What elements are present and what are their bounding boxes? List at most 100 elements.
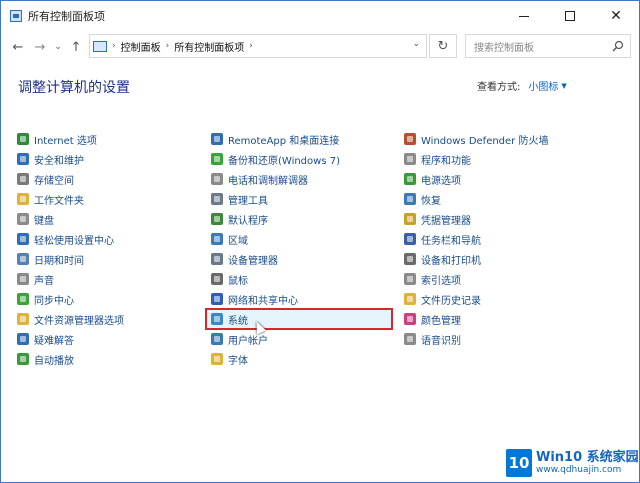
minimize-button[interactable] [501,1,547,31]
chevron-down-icon[interactable]: ⌄ [412,39,420,49]
page-title: 调整计算机的设置 [18,80,130,96]
control-panel-item[interactable]: 系统 [205,308,393,330]
control-panel-item[interactable]: 自动播放 [17,349,197,369]
search-input[interactable]: 搜索控制面板 [465,34,631,58]
item-label: 轻松使用设置中心 [34,235,114,247]
file-history-icon [404,293,416,305]
network-icon [211,293,223,305]
item-label: 键盘 [34,215,54,227]
item-label: 日期和时间 [34,255,84,267]
control-panel-icon [93,40,107,52]
control-panel-item[interactable]: Windows Defender 防火墙 [404,129,604,149]
control-panel-item[interactable]: 安全和维护 [17,149,197,169]
control-panel-item[interactable]: 备份和还原(Windows 7) [211,149,399,169]
navigation-bar: ← → ⌄ ↑ › 控制面板 › 所有控制面板项 › ⌄ ↻ 搜索控制面板 [1,31,639,63]
fonts-icon [211,353,223,365]
watermark-title: Win10 系统家园 [536,450,639,465]
accessibility-icon [17,233,29,245]
user-accounts-icon [211,333,223,345]
control-panel-item[interactable]: 日期和时间 [17,249,197,269]
item-label: 疑难解答 [34,335,74,347]
watermark-logo: 10 [506,449,532,477]
speaker-icon [17,273,29,285]
breadcrumb-all-items[interactable]: 所有控制面板项 [174,39,244,54]
back-button[interactable]: ← [7,35,29,59]
control-panel-item[interactable]: 同步中心 [17,289,197,309]
control-panel-window: 所有控制面板项 ✕ ← → ⌄ ↑ › 控制面板 › 所有控制面板项 › ⌄ ↻… [0,0,640,483]
control-panel-item[interactable]: 字体 [211,349,399,369]
control-panel-item[interactable]: 默认程序 [211,209,399,229]
breadcrumb-control-panel[interactable]: 控制面板 [121,39,161,54]
credentials-icon [404,213,416,225]
forward-button[interactable]: → [29,35,51,59]
item-label: 凭据管理器 [421,215,471,227]
item-label: 管理工具 [228,195,268,207]
close-button[interactable]: ✕ [593,1,639,31]
control-panel-item[interactable]: 区域 [211,229,399,249]
items-column-2: RemoteApp 和桌面连接备份和还原(Windows 7) 电话和调制解调器管… [205,129,399,369]
control-panel-item[interactable]: 电话和调制解调器 [211,169,399,189]
control-panel-item[interactable]: 用户帐户 [211,329,399,349]
minimize-icon [519,15,529,17]
control-panel-item[interactable]: 键盘 [17,209,197,229]
item-label: Windows Defender 防火墙 [421,135,549,147]
item-label: 设备管理器 [228,255,278,267]
flag-icon [17,153,29,165]
chevron-right-icon: › [249,41,253,51]
control-panel-item[interactable]: 语音识别 [404,329,604,349]
item-label: 颜色管理 [421,315,461,327]
title-bar: 所有控制面板项 ✕ [1,1,639,31]
address-bar[interactable]: › 控制面板 › 所有控制面板项 › ⌄ [89,34,427,58]
view-by: 查看方式: 小图标 ▼ [477,78,567,94]
control-panel-item[interactable]: 工作文件夹 [17,189,197,209]
item-label: 自动播放 [34,355,74,367]
recent-locations-button[interactable]: ⌄ [51,35,65,59]
control-panel-item[interactable]: 任务栏和导航 [404,229,604,249]
control-panel-item[interactable]: 文件资源管理器选项 [17,309,197,329]
maximize-button[interactable] [547,1,593,31]
folder-options-icon [17,313,29,325]
control-panel-item[interactable]: 凭据管理器 [404,209,604,229]
control-panel-item[interactable]: 文件历史记录 [404,289,604,309]
control-panel-item[interactable]: 管理工具 [211,189,399,209]
item-label: 恢复 [421,195,441,207]
refresh-button[interactable]: ↻ [429,34,457,58]
power-icon [404,173,416,185]
control-panel-item[interactable]: 设备和打印机 [404,249,604,269]
item-label: 设备和打印机 [421,255,481,267]
item-label: RemoteApp 和桌面连接 [228,135,340,147]
control-panel-item[interactable]: 网络和共享中心 [211,289,399,309]
control-panel-item[interactable]: 存储空间 [17,169,197,189]
system-icon [211,313,223,325]
control-panel-item[interactable]: 颜色管理 [404,309,604,329]
caret-down-icon[interactable]: ▼ [561,82,566,90]
close-icon: ✕ [610,8,622,24]
item-label: 文件资源管理器选项 [34,315,124,327]
control-panel-item[interactable]: Internet 选项 [17,129,197,149]
control-panel-item[interactable]: 疑难解答 [17,329,197,349]
control-panel-item[interactable]: 鼠标 [211,269,399,289]
maximize-icon [565,11,575,21]
item-label: 鼠标 [228,275,248,287]
control-panel-item[interactable]: 轻松使用设置中心 [17,229,197,249]
control-panel-item[interactable]: 声音 [17,269,197,289]
folder-icon [17,193,29,205]
watermark-url: www.qdhuajin.com [536,465,622,475]
up-button[interactable]: ↑ [65,35,87,59]
control-panel-item[interactable]: 恢复 [404,189,604,209]
control-panel-item[interactable]: 设备管理器 [211,249,399,269]
control-panel-item[interactable]: RemoteApp 和桌面连接 [211,129,399,149]
taskbar-icon [404,233,416,245]
control-panel-item[interactable]: 索引选项 [404,269,604,289]
region-icon [211,233,223,245]
items-column-3: Windows Defender 防火墙程序和功能 电源选项恢复凭据管理器任务栏和… [404,129,604,349]
mouse-icon [211,273,223,285]
view-by-dropdown[interactable]: 小图标 [528,78,558,93]
item-label: 工作文件夹 [34,195,84,207]
view-by-label: 查看方式: [477,82,521,93]
item-label: 文件历史记录 [421,295,481,307]
storage-icon [17,173,29,185]
item-label: Internet 选项 [34,135,97,147]
control-panel-item[interactable]: 电源选项 [404,169,604,189]
control-panel-item[interactable]: 程序和功能 [404,149,604,169]
